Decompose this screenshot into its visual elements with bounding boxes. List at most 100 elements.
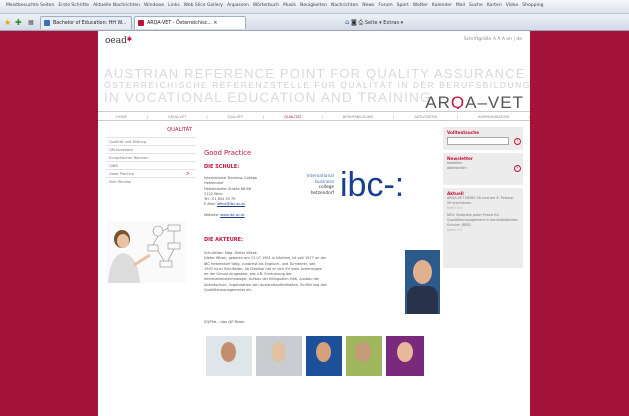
brand-q: Q: [450, 93, 466, 109]
newsletter-unsubscribe[interactable]: abbestellen: [447, 166, 519, 171]
search-heading: Volltextsuche: [447, 130, 480, 135]
team-photo: [206, 336, 252, 377]
news-item: NEU: Beispiele guter Praxis für Qualität…: [447, 213, 518, 227]
akteure-text: Schulleiter: Mag. Dieter Wicek Dieter Wi…: [204, 251, 394, 293]
home-icon[interactable]: ⌂: [345, 18, 349, 26]
nav-item[interactable]: KOMMUNIKATION: [478, 115, 509, 119]
sidebar-item[interactable]: Qualität und Bildung: [106, 137, 196, 145]
bookmark-link[interactable]: Mail: [456, 3, 465, 8]
feed-icon[interactable]: ◙: [351, 19, 357, 26]
bookmark-link[interactable]: Erste Schritte: [58, 3, 89, 8]
newsletter-box: Newsletter bestellen abbestellen ›: [443, 153, 523, 185]
sidebar-item-label: QIBB: [109, 164, 118, 168]
bookmark-link[interactable]: Links: [168, 3, 180, 8]
news-item: ARQA-VET NEWS 06 sind am 6. Februar 09 e…: [447, 196, 514, 205]
site-banner: AUSTRIAN REFERENCE POINT FOR QUALITY ASS…: [98, 67, 530, 109]
nav-item[interactable]: QUALITÄT: [284, 115, 301, 119]
sidebar-item[interactable]: QIBB: [106, 161, 196, 169]
bookmark-link[interactable]: Forum: [378, 3, 392, 8]
page-icon: [44, 20, 50, 26]
email-label: E-Mail:: [204, 202, 216, 207]
team-photo: [346, 336, 382, 377]
tab-list-icon[interactable]: ▦: [28, 18, 34, 27]
page-title: Good Practice: [204, 149, 252, 157]
banner-line-2: ÖSTERREICHISCHE REFERENZSTELLE FÜR QUALI…: [104, 80, 530, 90]
akteure-block: Schulleiter: Mag. Dieter Wicek Dieter Wi…: [204, 250, 444, 321]
toolbar-menus[interactable]: Seite ▾ Extras ▾: [365, 20, 403, 26]
tab-label: Bachelor of Education: HH W...: [53, 21, 127, 26]
logo-star-icon: ✱: [126, 36, 132, 43]
nav-divider: |: [206, 115, 208, 119]
tab-bar: ★ ✚ ▦ Bachelor of Education: HH W... ARQ…: [0, 14, 629, 31]
nav-item[interactable]: HOME: [116, 115, 127, 119]
add-favorite-icon[interactable]: ✚: [15, 18, 22, 27]
nav-divider: |: [529, 115, 530, 119]
team-photos: [204, 336, 444, 377]
search-go-icon[interactable]: ›: [514, 138, 521, 145]
bookmark-link[interactable]: News: [362, 3, 374, 8]
bookmark-link[interactable]: Wetter: [413, 3, 428, 8]
favorites-star-icon[interactable]: ★: [4, 18, 11, 27]
team-photo: [386, 336, 424, 377]
nav-item[interactable]: ARQA-VET: [168, 115, 186, 119]
nav-divider: |: [146, 115, 149, 119]
nav-item[interactable]: EQA-VET: [228, 115, 244, 119]
main-nav: HOME | ARQA-VET | EQA-VET | QUALITÄT | BERUFSBIL…: [98, 111, 530, 121]
nav-divider: |: [263, 115, 265, 119]
website-label: Website:: [204, 212, 220, 217]
person-diagram-image: [106, 221, 186, 283]
brand-part: A–VET: [465, 93, 524, 109]
sidebar-item[interactable]: Good Practice >: [106, 169, 196, 177]
principal-photo: [405, 250, 440, 314]
search-box: Volltextsuche ›: [443, 127, 523, 150]
bookmarks-bar: Meistbesuchte Seiten Erste Schritte Aktuel…: [0, 0, 629, 14]
right-panel: Volltextsuche › Newsletter bestellen abb…: [443, 127, 523, 271]
tab-arqa-vet[interactable]: ARQA-VET - Österreichisc... ×: [134, 16, 246, 29]
bookmark-link[interactable]: Anpassen: [227, 3, 249, 8]
ibc-logo: ibc-:: [340, 166, 405, 204]
school-heading: DIE SCHULE:: [204, 164, 240, 170]
oead-logo[interactable]: oead✱: [105, 36, 132, 46]
bookmark-link[interactable]: Karten: [487, 3, 502, 8]
bookmark-link[interactable]: Neuigkeiten: [300, 3, 327, 8]
left-sidebar: QUALITÄT Qualität und Bildung QM-Konzepte…: [106, 127, 196, 185]
bookmark-link[interactable]: Kalender: [432, 3, 452, 8]
bookmark-link[interactable]: Wörterbuch: [253, 3, 279, 8]
team-photo: [306, 336, 342, 377]
bookmark-link[interactable]: Nachrichten: [331, 3, 358, 8]
school-email-link[interactable]: office@ibc.ac.at: [217, 202, 245, 206]
bookmark-link[interactable]: Musik: [283, 3, 296, 8]
newsletter-go-icon[interactable]: ›: [514, 165, 521, 172]
news-more-link[interactable]: mehr >>: [447, 228, 519, 233]
nav-divider: |: [393, 115, 395, 119]
team-photo: [256, 336, 302, 377]
bookmark-link[interactable]: Web Slice Gallery: [184, 3, 223, 8]
bookmark-link[interactable]: Video: [506, 3, 519, 8]
logo-text: oead: [105, 36, 127, 46]
sidebar-item[interactable]: Europäischer Rahmen: [106, 153, 196, 161]
school-website-link[interactable]: www.ibc.ac.at: [220, 213, 244, 217]
banner-line-3: IN VOCATIONAL EDUCATION AND TRAINING: [104, 90, 432, 105]
tab-bachelor[interactable]: Bachelor of Education: HH W...: [40, 16, 132, 29]
utility-links[interactable]: Schriftgröße A A A en | de: [464, 37, 522, 42]
toolbar-right: ⌂ ◙ ⎙ Seite ▾ Extras ▾: [345, 18, 425, 27]
news-more-link[interactable]: mehr >>: [447, 206, 519, 211]
bookmark-link[interactable]: Aktuelle Nachrichten: [93, 3, 140, 8]
nav-divider: |: [457, 115, 459, 119]
main-content: Good Practice DIE SCHULE: International …: [204, 149, 444, 377]
ibc-line: hetzendorf: [310, 190, 334, 196]
bookmark-link[interactable]: Sport: [397, 3, 409, 8]
bookmark-link[interactable]: Windows: [144, 3, 164, 8]
brand-part: AR: [425, 93, 451, 109]
bookmark-link[interactable]: Shopping: [522, 3, 543, 8]
bookmark-link[interactable]: Meistbesuchte Seiten: [6, 3, 54, 8]
nav-item[interactable]: BERUFSBILDUNG: [343, 115, 374, 119]
banner-line-1: AUSTRIAN REFERENCE POINT FOR QUALITY ASS…: [104, 67, 526, 81]
school-block: International Business College Hetzendor…: [204, 168, 444, 238]
search-input[interactable]: [447, 137, 509, 145]
nav-item[interactable]: AKTIVITÄTEN: [415, 115, 438, 119]
bookmark-link[interactable]: Suche: [469, 3, 483, 8]
sidebar-item[interactable]: QM-Konzepte: [106, 145, 196, 153]
print-icon[interactable]: ⎙: [358, 19, 363, 26]
sidebar-item[interactable]: Peer Review: [106, 177, 196, 185]
